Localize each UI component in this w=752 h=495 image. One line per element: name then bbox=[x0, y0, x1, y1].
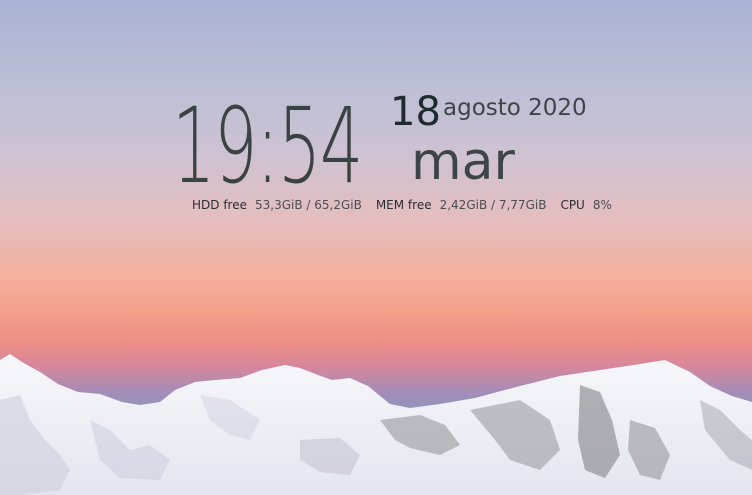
clock-time: 19:54 bbox=[172, 86, 364, 194]
system-stats: HDD free 53,3GiB / 65,2GiB MEM free 2,42GiB… bbox=[192, 199, 612, 211]
date-month-year: agosto 2020 bbox=[443, 95, 587, 121]
mem-value: 2,42GiB / 7,77GiB bbox=[439, 198, 547, 212]
svg-text:19:54: 19:54 bbox=[172, 86, 362, 194]
cpu-value: 8% bbox=[592, 198, 612, 212]
mountain-range-image bbox=[0, 354, 752, 495]
cpu-label: CPU bbox=[560, 198, 585, 212]
hdd-label: HDD free bbox=[192, 198, 247, 212]
date-weekday: mar bbox=[411, 132, 515, 192]
mem-label: MEM free bbox=[375, 198, 432, 212]
hdd-value: 53,3GiB / 65,2GiB bbox=[254, 198, 362, 212]
date-day: 18 bbox=[390, 89, 441, 135]
